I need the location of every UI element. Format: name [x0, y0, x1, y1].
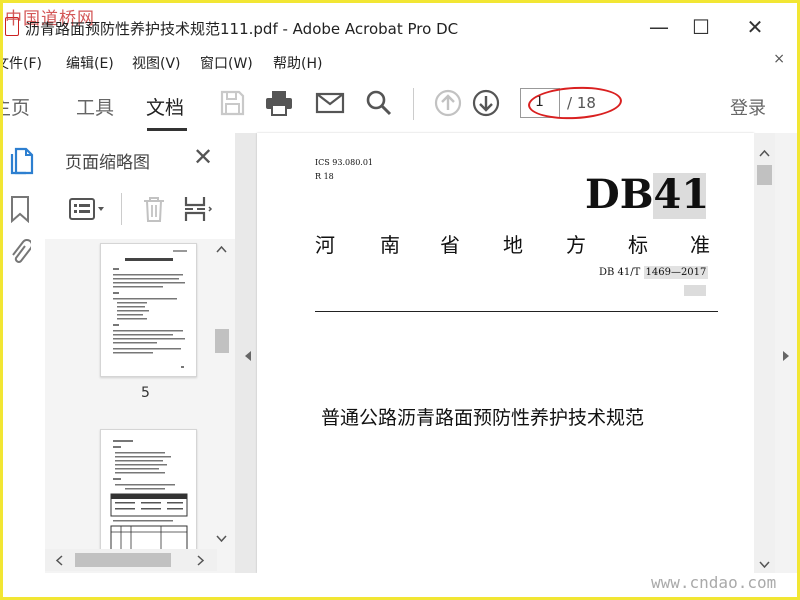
scroll-up-arrow-icon[interactable] [216, 245, 227, 253]
thumbnails-scroll-thumb[interactable] [215, 329, 229, 353]
document-vertical-scrollbar[interactable] [754, 133, 775, 573]
menu-help[interactable]: 帮助(H) [273, 53, 322, 73]
menu-file[interactable]: 文件(F) [3, 53, 42, 73]
page-thumbnails-icon[interactable] [9, 147, 35, 175]
login-link[interactable]: 登录 [730, 94, 766, 120]
maximize-button[interactable]: ☐ [681, 13, 721, 41]
page-thumbnails-panel: 页面缩略图 ✕ 5 [45, 133, 236, 573]
document-view: ICS 93.080.01 R 18 DB41 河 南 省 地 方 标 准 DB… [235, 133, 797, 573]
province-char: 地 [503, 233, 523, 257]
panel-toolbar-separator [121, 193, 122, 225]
thumbnail-options-icon[interactable] [69, 197, 107, 221]
document-scroll-thumb[interactable] [757, 165, 772, 185]
standard-prefix: DB 41/T [599, 267, 641, 278]
print-icon[interactable] [264, 88, 294, 118]
active-tab-indicator [147, 128, 187, 131]
acrobat-window: 中国道桥网 沥青路面预防性养护技术规范111.pdf - Adobe Acrob… [3, 3, 797, 597]
province-char: 方 [566, 233, 586, 257]
header-rule [315, 311, 718, 312]
page-up-icon[interactable] [433, 88, 463, 118]
left-tool-rail [3, 133, 45, 573]
title-bar: 中国道桥网 沥青路面预防性养护技术规范111.pdf - Adobe Acrob… [3, 3, 797, 48]
bookmarks-icon[interactable] [9, 195, 31, 223]
thumbnail-page-5[interactable] [100, 243, 197, 377]
site-watermark-bottom: www.cndao.com [651, 573, 777, 592]
thumbnails-list: 5 [45, 239, 235, 573]
thumbnail-content [113, 250, 187, 368]
province-char: 标 [628, 233, 648, 257]
pdf-page: ICS 93.080.01 R 18 DB41 河 南 省 地 方 标 准 DB… [257, 133, 754, 573]
menu-bar: 文件(F) 编辑(E) 视图(V) 窗口(W) 帮助(H) × [3, 48, 797, 74]
close-button[interactable]: ✕ [735, 13, 775, 41]
email-icon[interactable] [315, 88, 345, 118]
page-down-icon[interactable] [471, 88, 501, 118]
tab-home[interactable]: 主页 [3, 93, 30, 120]
trash-icon[interactable] [141, 195, 167, 223]
text-highlight [653, 173, 706, 219]
province-char: 河 [315, 233, 335, 257]
main-toolbar: 主页 工具 文档 1 / 18 [3, 74, 797, 206]
panel-title: 页面缩略图 [65, 153, 150, 173]
insert-page-icon[interactable] [183, 195, 213, 223]
tab-tools[interactable]: 工具 [76, 93, 114, 120]
province-char: 南 [380, 233, 400, 257]
thumbnail-content [110, 440, 188, 557]
collapse-left-panel-icon[interactable] [244, 350, 252, 362]
thumbnails-vertical-scrollbar[interactable] [212, 239, 231, 549]
menu-close-icon[interactable]: × [773, 51, 785, 67]
text-highlight [684, 285, 706, 296]
scroll-right-arrow-icon[interactable] [197, 555, 205, 566]
thumbnails-horizontal-scrollbar[interactable] [45, 549, 217, 571]
document-title: 普通公路沥青路面预防性养护技术规范 [321, 407, 645, 429]
thumbnail-label: 5 [141, 385, 150, 401]
minimize-button[interactable]: — [639, 13, 679, 41]
scroll-down-arrow-icon[interactable] [759, 561, 770, 569]
panel-close-icon[interactable]: ✕ [193, 143, 213, 171]
search-icon[interactable] [364, 88, 394, 118]
province-char: 准 [690, 233, 710, 257]
menu-view[interactable]: 视图(V) [132, 53, 181, 73]
thumbnail-page-6[interactable] [100, 429, 197, 561]
scroll-left-arrow-icon[interactable] [55, 555, 63, 566]
standard-number: DB 41/T 1469—2017 [599, 266, 709, 279]
standard-year: 1469—2017 [643, 266, 709, 279]
window-title: 沥青路面预防性养护技术规范111.pdf - Adobe Acrobat Pro… [25, 20, 459, 38]
thumbnails-hscroll-thumb[interactable] [75, 553, 171, 567]
ics-code: ICS 93.080.01 [315, 158, 374, 167]
scroll-down-arrow-icon[interactable] [216, 535, 227, 543]
expand-right-panel-icon[interactable] [782, 350, 790, 362]
panel-toolbar [45, 181, 235, 240]
menu-edit[interactable]: 编辑(E) [66, 53, 114, 73]
right-pane-toggle-bar [775, 133, 797, 573]
menu-window[interactable]: 窗口(W) [200, 53, 253, 73]
toolbar-separator [413, 88, 414, 120]
attachments-icon[interactable] [9, 237, 31, 267]
province-char: 省 [440, 233, 460, 257]
tab-document[interactable]: 文档 [146, 93, 184, 120]
classification-code: R 18 [315, 172, 334, 181]
scroll-up-arrow-icon[interactable] [759, 149, 770, 157]
save-icon[interactable] [217, 88, 247, 118]
